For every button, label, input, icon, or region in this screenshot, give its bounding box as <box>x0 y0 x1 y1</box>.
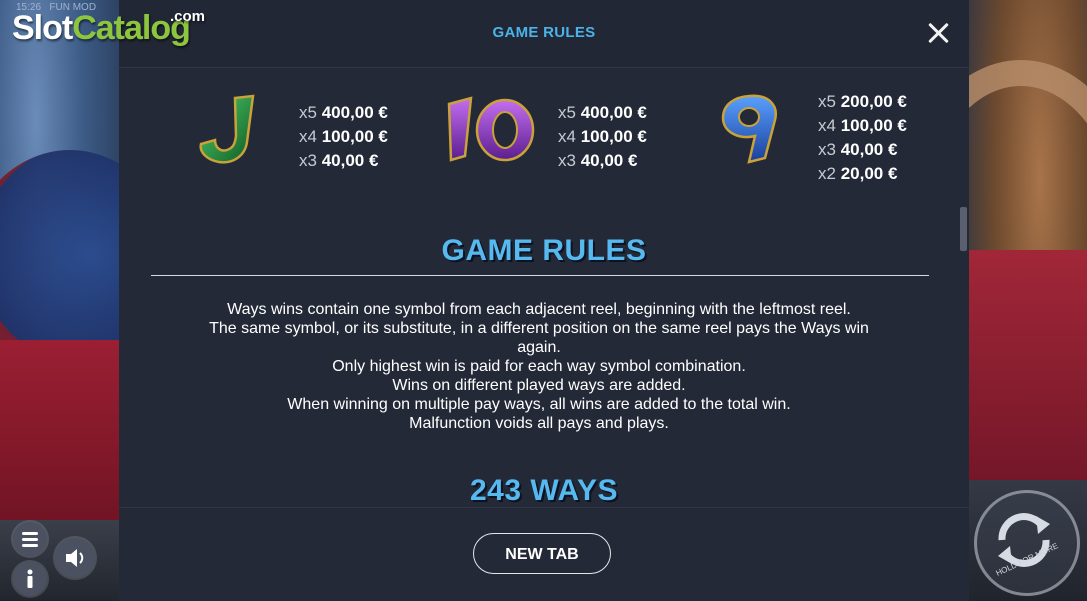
menu-button[interactable] <box>13 522 47 556</box>
pays-9: x5 200,00 € x4 100,00 € x3 40,00 € x2 20… <box>818 92 907 183</box>
number-ten-icon <box>447 96 535 162</box>
spin-button[interactable]: HOLD FOR MORE <box>974 490 1080 596</box>
panel-footer: NEW TAB <box>119 507 969 601</box>
rule-line: Malfunction voids all pays and plays. <box>409 415 669 432</box>
rule-line: Ways wins contain one symbol from each a… <box>227 301 851 318</box>
game-background-left <box>0 0 120 600</box>
rules-panel: GAME RULES x5 400,00 € x4 100,00 € x3 40… <box>119 0 969 601</box>
panel-title: GAME RULES <box>492 24 596 41</box>
sound-button[interactable] <box>55 538 95 578</box>
slotcatalog-logo: SlotCatalog .com <box>12 8 206 47</box>
rules-content[interactable]: x5 400,00 € x4 100,00 € x3 40,00 € x5 40… <box>119 68 969 506</box>
pays-10: x5 400,00 € x4 100,00 € x3 40,00 € <box>558 103 647 170</box>
panel-header: GAME RULES <box>119 0 969 68</box>
info-button[interactable] <box>13 562 47 596</box>
red-drum-decoration <box>0 340 120 540</box>
game-rules-text: Ways wins contain one symbol from each a… <box>199 300 879 433</box>
section-divider <box>151 275 929 276</box>
close-button[interactable] <box>923 18 953 48</box>
new-tab-button[interactable]: NEW TAB <box>473 533 611 574</box>
letter-j-icon <box>199 94 255 164</box>
ways-heading: 243 WAYS <box>470 474 618 506</box>
speaker-icon <box>66 549 84 567</box>
game-rules-heading: GAME RULES <box>441 234 647 267</box>
rule-line: Wins on different played ways are added. <box>392 377 686 394</box>
menu-icon <box>22 532 38 547</box>
pays-j: x5 400,00 € x4 100,00 € x3 40,00 € <box>299 103 388 170</box>
info-icon <box>27 569 33 588</box>
number-nine-icon <box>721 94 778 164</box>
rule-line: When winning on multiple pay ways, all w… <box>287 396 791 413</box>
rule-line: The same symbol, or its substitute, in a… <box>209 320 869 356</box>
rule-line: Only highest win is paid for each way sy… <box>332 358 746 375</box>
scrollbar-thumb[interactable] <box>960 207 967 251</box>
red-drum-decoration-right <box>969 250 1087 480</box>
